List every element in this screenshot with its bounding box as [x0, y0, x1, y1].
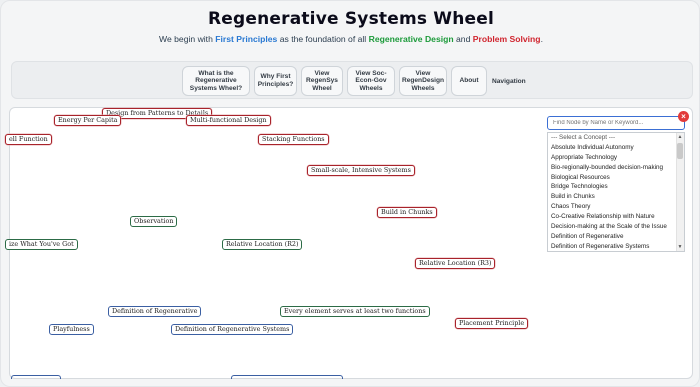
select-scrollbar[interactable]: ▲ ▼	[676, 133, 684, 251]
nav-view-regensys-wheel-button[interactable]: View RegenSys Wheel	[301, 66, 343, 96]
subtitle-text-1: We begin with	[159, 34, 216, 44]
graph-node[interactable]: Placement Principle	[455, 318, 529, 330]
select-option[interactable]: Biological Resources	[548, 173, 684, 183]
nav-about-button[interactable]: About	[451, 66, 487, 96]
select-option[interactable]: Bridge Technologies	[548, 182, 684, 192]
nav-view-soc-econ-gov-button[interactable]: View Soc-Econ-Gov Wheels	[347, 66, 395, 96]
concept-select-list[interactable]: --- Select a Concept --- Absolute Indivi…	[547, 132, 685, 252]
clear-search-icon[interactable]: ×	[678, 111, 689, 122]
navigation-bar: What is the Regenerative Systems Wheel? …	[11, 61, 693, 99]
graph-node[interactable]: ize What You've Got	[5, 239, 78, 251]
graph-node[interactable]: Relative Location (R3)	[415, 258, 496, 270]
graph-node[interactable]: Multi-functional Design	[186, 115, 271, 127]
subtitle-text-2: as the foundation of all	[277, 34, 369, 44]
nav-why-first-principles-button[interactable]: Why First Principles?	[254, 66, 297, 96]
graph-node[interactable]: Definition of Regenerative Systems	[171, 324, 294, 336]
scroll-thumb[interactable]	[677, 143, 683, 159]
keyword-regenerative-design: Regenerative Design	[368, 34, 454, 44]
keyword-problem-solving: Problem Solving	[472, 34, 541, 44]
graph-node[interactable]: Energy Per Capita	[54, 115, 122, 127]
select-option[interactable]: Chaos Theory	[548, 202, 684, 212]
graph-node-partial[interactable]	[11, 375, 61, 379]
select-option[interactable]: Decision-making at the Scale of the Issu…	[548, 222, 684, 232]
node-search-input[interactable]	[547, 116, 685, 130]
graph-node[interactable]: Observation	[130, 216, 178, 228]
select-option[interactable]: Definition of Regenerative	[548, 232, 684, 242]
subtitle-text-4: .	[540, 34, 543, 44]
select-option[interactable]: Co-Creative Relationship with Nature	[548, 212, 684, 222]
nav-what-is-wheel-button[interactable]: What is the Regenerative Systems Wheel?	[182, 66, 250, 96]
select-option[interactable]: Build in Chunks	[548, 192, 684, 202]
page-title: Regenerative Systems Wheel	[207, 9, 495, 29]
select-option[interactable]: Definition of Regenerative Systems	[548, 242, 684, 251]
graph-node[interactable]: Playfulness	[49, 324, 94, 336]
page-container: Regenerative Systems Wheel We begin with…	[0, 0, 700, 387]
graph-node[interactable]: Small-scale, Intensive Systems	[307, 165, 415, 177]
graph-node[interactable]: Definition of Regenerative	[108, 306, 202, 318]
graph-node[interactable]: Stacking Functions	[258, 134, 329, 146]
select-option[interactable]: Appropriate Technology	[548, 153, 684, 163]
graph-node-partial[interactable]	[231, 375, 343, 379]
page-subtitle: We begin with First Principles as the fo…	[1, 34, 700, 44]
navigation-label[interactable]: Navigation	[492, 66, 526, 96]
scroll-up-icon[interactable]: ▲	[677, 133, 683, 141]
graph-node[interactable]: Build in Chunks	[377, 207, 437, 219]
graph-node[interactable]: ell Function	[5, 134, 52, 146]
subtitle-text-3: and	[453, 34, 473, 44]
nav-view-regendesign-button[interactable]: View RegenDesign Wheels	[399, 66, 447, 96]
select-option[interactable]: --- Select a Concept ---	[548, 133, 684, 143]
select-option[interactable]: Absolute Individual Autonomy	[548, 143, 684, 153]
select-option[interactable]: Bio-regionally-bounded decision-making	[548, 163, 684, 173]
scroll-down-icon[interactable]: ▼	[677, 243, 683, 251]
keyword-first-principles: First Principles	[215, 34, 278, 44]
graph-node[interactable]: Relative Location (R2)	[222, 239, 303, 251]
graph-node[interactable]: Every element serves at least two functi…	[280, 306, 430, 318]
